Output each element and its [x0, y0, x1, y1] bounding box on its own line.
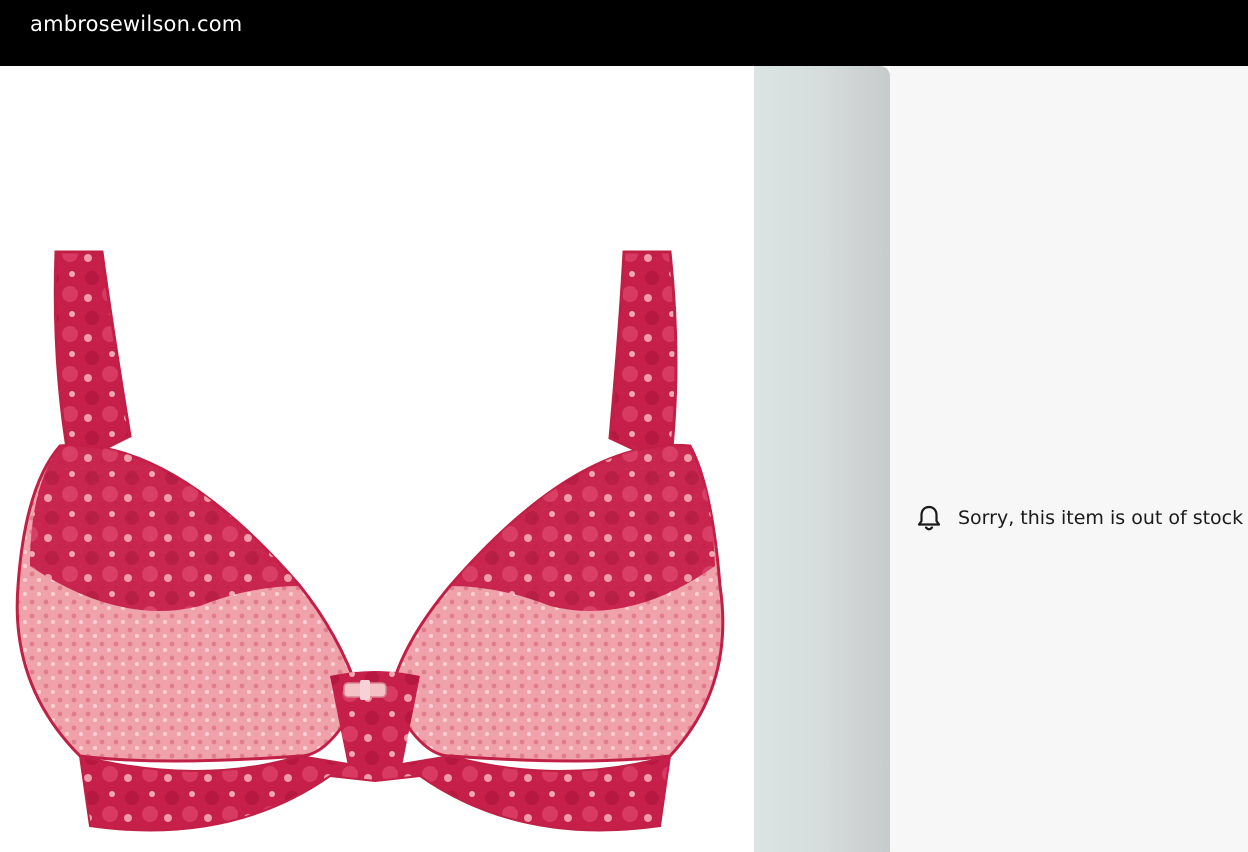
- gallery-side-panel: [754, 66, 890, 852]
- bell-icon[interactable]: [916, 504, 942, 532]
- browser-address-bar: ambrosewilson.com: [0, 0, 1248, 66]
- product-info-panel: Sorry, this item is out of stock: [890, 66, 1248, 852]
- out-of-stock-notice: Sorry, this item is out of stock: [916, 504, 1243, 532]
- stock-message: Sorry, this item is out of stock: [958, 507, 1244, 529]
- site-url[interactable]: ambrosewilson.com: [30, 12, 242, 36]
- product-image[interactable]: [0, 66, 754, 852]
- product-image-area: [0, 66, 754, 852]
